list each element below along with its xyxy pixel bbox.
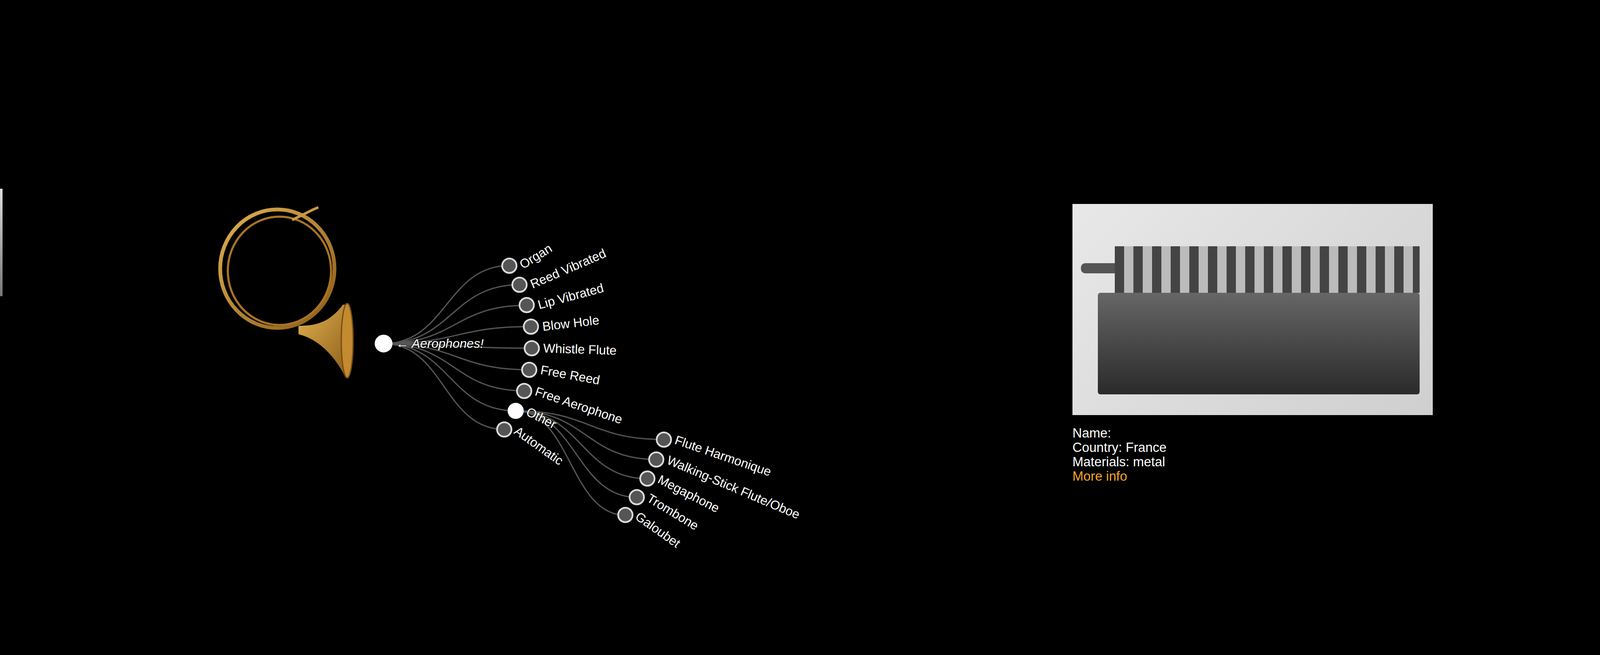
tree-canvas: OrganReed VibratedLip VibratedBlow HoleW… [0,0,1073,655]
scroll-strip [0,188,3,297]
instrument-photo [1072,204,1433,416]
tree-link [383,343,516,412]
tree-node[interactable] [655,431,672,448]
tree-node[interactable] [639,470,656,487]
tree-node[interactable] [523,340,540,357]
tree-link [383,343,505,430]
horn-icon [207,198,369,386]
tree-node[interactable] [518,297,535,314]
materials-field: Materials: metal [1072,455,1433,470]
tree-link [383,265,510,344]
tree-node[interactable] [648,451,665,468]
node-label[interactable]: Blow Hole [541,312,600,335]
tree-node[interactable] [628,489,645,506]
tree-node[interactable] [496,421,513,438]
tree-node[interactable] [511,276,528,293]
node-label[interactable]: ← Aerophones! [395,336,484,352]
name-field: Name: [1072,426,1433,441]
tree-link [383,343,525,392]
node-label[interactable]: Whistle Flute [542,340,617,359]
tree-node[interactable] [522,318,539,335]
tree-node[interactable] [617,507,634,524]
tree-link [383,284,520,344]
node-label[interactable]: Free Reed [539,362,602,389]
tree-link [515,411,626,516]
node-label[interactable]: Organ [516,240,556,273]
node-label[interactable]: Other [523,404,559,433]
more-info-link[interactable]: More info [1072,469,1433,484]
tree-node[interactable] [501,257,518,274]
tree-node[interactable] [374,334,393,353]
country-field: Country: France [1072,440,1433,456]
tree-node[interactable] [521,362,538,379]
tree-node[interactable] [507,403,524,420]
tree-node[interactable] [516,383,533,400]
detail-panel: Name:Country: FranceMaterials: metalMore… [1072,0,1433,655]
